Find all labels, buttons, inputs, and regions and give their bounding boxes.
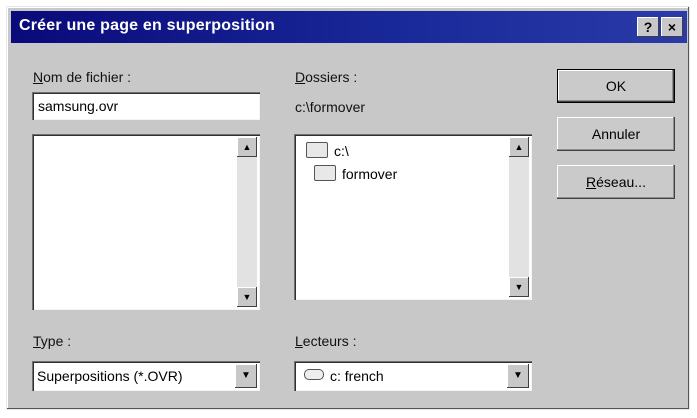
scroll-down-icon[interactable]: ▼ bbox=[237, 287, 257, 307]
file-name-value: samsung.ovr bbox=[38, 98, 119, 114]
ok-button[interactable]: OK bbox=[557, 69, 675, 103]
file-list-scrollbar[interactable]: ▲ ▼ bbox=[237, 137, 257, 307]
folder-list[interactable]: c:\ formover ▲ ▼ bbox=[294, 134, 532, 300]
title-bar[interactable]: Créer une page en superposition ? × bbox=[11, 11, 687, 43]
network-button[interactable]: Réseau... bbox=[557, 165, 675, 199]
file-list[interactable]: ▲ ▼ bbox=[32, 134, 260, 310]
chevron-down-icon[interactable]: ▼ bbox=[507, 364, 529, 388]
cancel-button[interactable]: Annuler bbox=[557, 117, 675, 151]
scroll-up-icon[interactable]: ▲ bbox=[509, 137, 529, 157]
window-title: Créer une page en superposition bbox=[19, 17, 276, 34]
drive-selected: c: french bbox=[330, 368, 384, 384]
file-name-label: Nom de fichier : bbox=[33, 69, 132, 85]
type-select[interactable]: Superpositions (*.OVR) ▼ bbox=[32, 361, 260, 391]
type-selected: Superpositions (*.OVR) bbox=[37, 368, 183, 384]
scroll-down-icon[interactable]: ▼ bbox=[509, 277, 529, 297]
drive-icon bbox=[304, 369, 324, 380]
folder-list-scrollbar[interactable]: ▲ ▼ bbox=[509, 137, 529, 297]
file-name-input[interactable]: samsung.ovr bbox=[32, 92, 260, 120]
current-path: c:\formover bbox=[295, 99, 366, 115]
drives-select[interactable]: c: french ▼ bbox=[294, 361, 532, 391]
open-folder-icon bbox=[314, 165, 336, 181]
chevron-down-icon[interactable]: ▼ bbox=[235, 364, 257, 388]
close-button[interactable]: × bbox=[661, 17, 683, 37]
folder-item-formover[interactable]: formover bbox=[314, 165, 397, 182]
drives-label: Lecteurs : bbox=[295, 333, 357, 349]
open-folder-icon bbox=[306, 142, 328, 158]
scroll-up-icon[interactable]: ▲ bbox=[237, 137, 257, 157]
dialog-window: Créer une page en superposition ? × Nom … bbox=[6, 6, 690, 410]
folders-label: Dossiers : bbox=[295, 69, 358, 85]
type-label: Type : bbox=[33, 333, 72, 349]
help-button[interactable]: ? bbox=[637, 17, 659, 37]
folder-item-root[interactable]: c:\ bbox=[306, 142, 349, 159]
